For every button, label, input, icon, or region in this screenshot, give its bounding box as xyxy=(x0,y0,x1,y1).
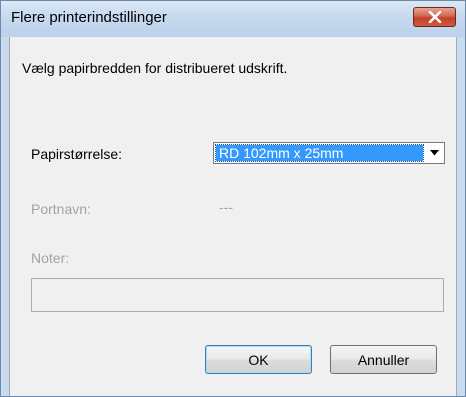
paper-size-label: Papirstørrelse: xyxy=(31,146,123,162)
close-icon xyxy=(428,11,442,23)
notes-field xyxy=(31,278,444,312)
instruction-text: Vælg papirbredden for distribueret udskr… xyxy=(22,60,288,76)
paper-size-selected-value: RD 102mm x 25mm xyxy=(215,144,424,162)
close-button[interactable] xyxy=(413,7,456,27)
dialog-body xyxy=(9,37,457,396)
paper-size-dropdown[interactable]: RD 102mm x 25mm xyxy=(213,142,445,164)
port-name-label: Portnavn: xyxy=(31,201,91,217)
chevron-down-icon xyxy=(430,150,439,156)
ok-button[interactable]: OK xyxy=(205,345,312,374)
cancel-button[interactable]: Annuller xyxy=(330,345,437,374)
dropdown-button[interactable] xyxy=(426,144,443,162)
port-name-value: --- xyxy=(219,199,233,215)
window-title: Flere printerindstillinger xyxy=(11,9,167,26)
title-bar[interactable]: Flere printerindstillinger xyxy=(1,1,465,37)
notes-label: Noter: xyxy=(31,250,70,266)
